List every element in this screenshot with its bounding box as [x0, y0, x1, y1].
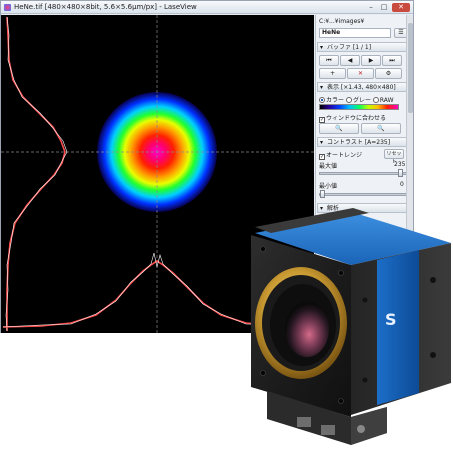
contrast-header-label: コントラスト [A=235] — [327, 139, 391, 146]
screw-icon — [338, 270, 344, 276]
contrast-reset-button[interactable]: リセット — [384, 149, 404, 165]
folder-path: C:¥...¥images¥ — [319, 18, 365, 25]
max-value-row: 最大値 — [319, 161, 337, 170]
prev-frame-button[interactable]: ◀ — [340, 55, 360, 66]
camera-illustration: S — [251, 208, 451, 445]
buffer-section-header[interactable]: ▾ バッファ [1 / 1] — [317, 42, 412, 52]
max-value-slider[interactable] — [319, 169, 407, 177]
camera-photo: S — [237, 205, 453, 457]
screw-icon — [430, 277, 436, 283]
title-bar: HeNe.tif [480×480×8bit, 5.6×5.6μm/px] - … — [1, 1, 413, 14]
zoom-in-icon: 🔍 — [335, 125, 343, 132]
display-mode-group: カラー グレー RAW — [319, 95, 394, 104]
connector-screw-icon — [357, 425, 365, 433]
collapse-icon: ▾ — [320, 139, 324, 146]
camera-side-blue — [377, 250, 419, 405]
maximize-button[interactable]: □ — [378, 3, 390, 12]
auto-range-label: オートレンジ — [326, 152, 363, 159]
collapse-icon: ▾ — [320, 44, 324, 51]
auto-range-checkbox[interactable]: ✓ — [319, 154, 325, 160]
color-mode-label: カラー — [326, 97, 345, 104]
display-section-header[interactable]: ▾ 表示 [×1.43, 480×480] — [317, 82, 412, 92]
zoom-out-button[interactable]: 🔍 — [361, 123, 401, 134]
min-value-row: 最小値 — [319, 181, 337, 190]
connector-port — [297, 417, 311, 427]
fit-window-label: ウィンドウに合わせる — [326, 115, 387, 122]
display-header-label: 表示 [×1.43, 480×480] — [327, 84, 396, 91]
buffer-header-label: バッファ [1 / 1] — [327, 44, 372, 51]
raw-mode-radio[interactable] — [372, 97, 379, 103]
window-title: HeNe.tif [480×480×8bit, 5.6×5.6μm/px] - … — [14, 3, 197, 11]
connector-port — [321, 425, 335, 435]
max-value-label: 最大値 — [319, 163, 338, 170]
screw-icon — [338, 398, 344, 404]
color-mode-radio[interactable] — [319, 97, 325, 103]
min-value-slider[interactable] — [319, 190, 407, 198]
min-value-readout: 0 — [400, 181, 404, 188]
collapse-icon: ▾ — [320, 84, 324, 91]
auto-range-row: ✓ オートレンジ — [319, 150, 362, 160]
first-frame-button[interactable]: ⏮ — [319, 55, 339, 66]
gray-mode-label: グレー — [352, 97, 371, 104]
file-select[interactable]: HeNe — [319, 28, 391, 38]
raw-mode-label: RAW — [379, 97, 394, 104]
screw-icon — [362, 377, 368, 383]
fit-window-row: ✓ ウィンドウに合わせる — [319, 113, 386, 123]
next-frame-button[interactable]: ▶ — [361, 55, 381, 66]
min-slider-thumb[interactable] — [320, 190, 325, 198]
menu-icon: ☰ — [398, 29, 404, 36]
add-buffer-button[interactable]: + — [319, 68, 346, 79]
sensor-glass — [285, 301, 329, 357]
delete-buffer-button[interactable]: ✕ — [347, 68, 374, 79]
gray-mode-radio[interactable] — [345, 97, 352, 103]
screw-icon — [362, 297, 368, 303]
last-frame-button[interactable]: ⏭ — [382, 55, 402, 66]
screw-icon — [430, 352, 436, 358]
min-value-label: 最小値 — [319, 183, 338, 190]
zoom-in-button[interactable]: 🔍 — [319, 123, 359, 134]
panel-scrollbar-thumb[interactable] — [408, 23, 413, 113]
app-icon — [4, 4, 11, 11]
contrast-section-header[interactable]: ▾ コントラスト [A=235] — [317, 137, 412, 147]
max-value-readout: 235 — [394, 161, 406, 168]
zoom-out-icon: 🔍 — [377, 125, 385, 132]
max-slider-thumb[interactable] — [398, 169, 403, 177]
camera-logo-icon: S — [385, 310, 397, 329]
minimize-button[interactable]: – — [365, 3, 377, 12]
close-button[interactable]: ✕ — [392, 3, 410, 12]
color-palette-bar — [319, 104, 399, 110]
screw-icon — [260, 370, 266, 376]
screw-icon — [260, 246, 266, 252]
buffer-settings-button[interactable]: ⚙ — [375, 68, 402, 79]
